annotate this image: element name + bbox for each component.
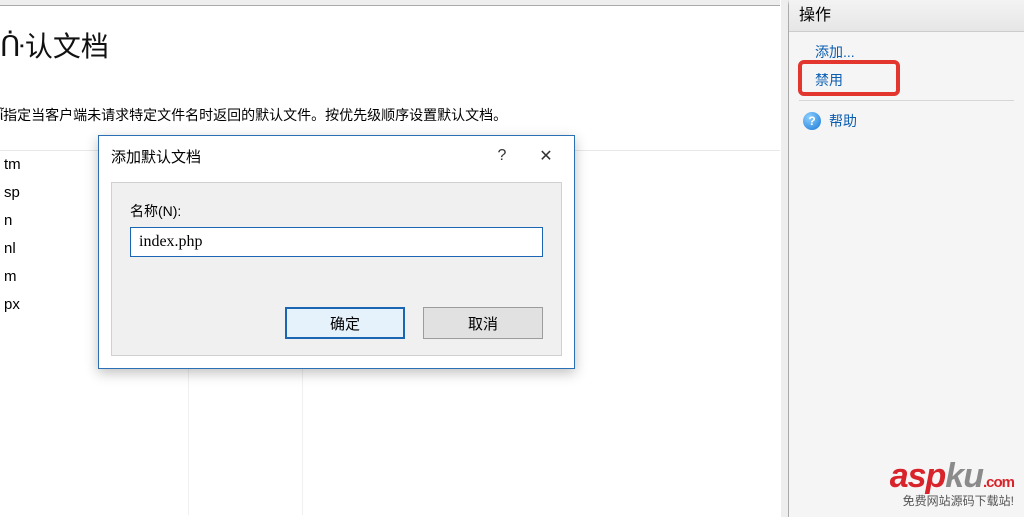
- cancel-button[interactable]: 取消: [423, 307, 543, 339]
- brand-suffix: .com: [983, 474, 1014, 491]
- top-chrome-border: [0, 0, 780, 6]
- disable-action[interactable]: 禁用: [799, 66, 1014, 94]
- help-label: 帮助: [829, 111, 857, 131]
- page-description: ἶ指定当客户端未请求特定文件名时返回的默认文件。按优先级顺序设置默认文档。: [0, 105, 507, 125]
- brand-prefix: asp: [890, 457, 946, 495]
- dialog-title: 添加默认文档: [111, 146, 480, 167]
- actions-separator: [799, 100, 1014, 101]
- ok-button[interactable]: 确定: [285, 307, 405, 339]
- brand-mid: ku: [945, 457, 983, 495]
- name-input[interactable]: [130, 227, 543, 257]
- actions-panel: 操作 添加... 禁用 ? 帮助: [788, 0, 1024, 517]
- panel-gutter: [781, 0, 789, 517]
- name-field-label: 名称(N):: [130, 201, 543, 221]
- dialog-body: 名称(N): 确定 取消: [111, 182, 562, 356]
- add-action[interactable]: 添加...: [799, 38, 1014, 66]
- add-default-document-dialog: 添加默认文档 ? ✕ 名称(N): 确定 取消: [98, 135, 575, 369]
- help-action[interactable]: ? 帮助: [799, 109, 1014, 133]
- dialog-titlebar: 添加默认文档 ? ✕: [99, 136, 574, 176]
- dialog-close-button[interactable]: ✕: [524, 140, 568, 172]
- brand-tagline: 免费网站源码下载站!: [890, 492, 1014, 509]
- actions-panel-title: 操作: [789, 0, 1024, 32]
- help-icon: ?: [803, 112, 821, 130]
- page-title: ᑜ认文档: [0, 25, 109, 65]
- watermark: aspku.com 免费网站源码下载站!: [890, 457, 1014, 509]
- dialog-help-button[interactable]: ?: [480, 140, 524, 172]
